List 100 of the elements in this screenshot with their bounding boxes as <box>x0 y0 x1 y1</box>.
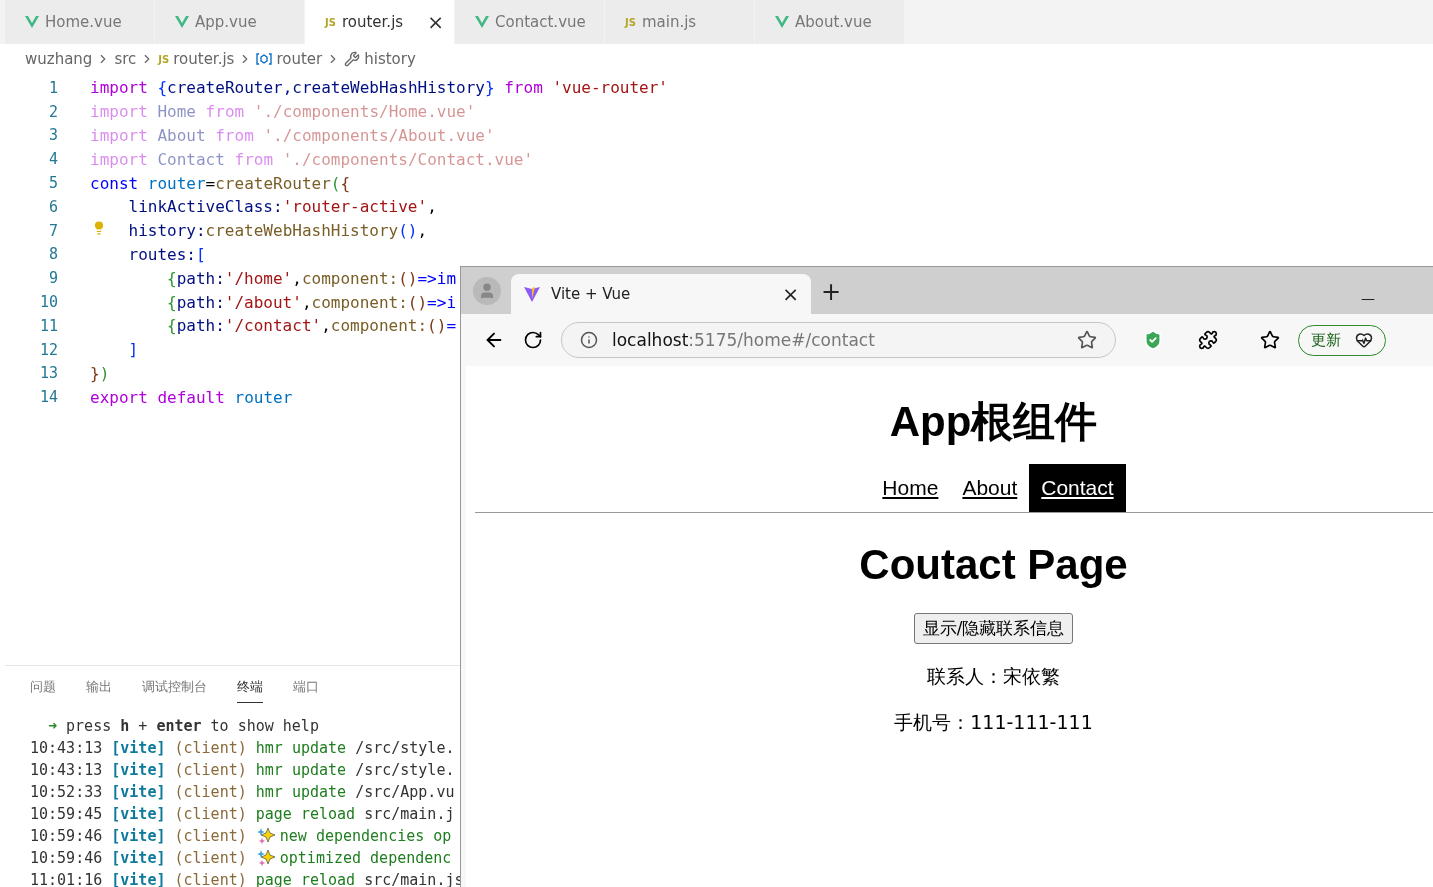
tab-label: router.js <box>341 13 404 31</box>
log-time: 10:59:46 <box>30 827 103 845</box>
vite-icon <box>523 285 541 303</box>
close-icon[interactable]: × <box>427 10 444 34</box>
toggle-button[interactable]: 显示/隐藏联系信息 <box>913 613 1074 644</box>
log-time: 10:59:46 <box>30 849 103 867</box>
line-number: 10 <box>38 293 59 312</box>
editor-tab[interactable]: About.vue <box>755 0 905 44</box>
panel-tab[interactable]: 端口 <box>293 678 319 702</box>
log-source: (client) <box>174 871 247 887</box>
code-line: {path:'/contact',component:()= <box>167 316 456 336</box>
breadcrumb-item[interactable]: history <box>364 50 416 68</box>
line-number: 8 <box>47 245 59 264</box>
log-path: /src/style. <box>355 739 455 757</box>
log-path: src/main.j <box>364 805 455 823</box>
line-number: 12 <box>38 340 59 359</box>
code-line: const router=createRouter({ <box>90 173 351 193</box>
editor-tab[interactable]: JS router.js × <box>305 0 455 44</box>
breadcrumb-item[interactable]: wuzhang <box>25 50 93 68</box>
heart-pulse-icon <box>1355 331 1373 349</box>
js-icon: JS <box>325 16 336 28</box>
new-tab-icon[interactable]: + <box>821 278 842 306</box>
editor-tab[interactable]: Contact.vue <box>455 0 605 44</box>
nav-link[interactable]: Home <box>870 464 951 512</box>
info-icon[interactable] <box>580 331 598 349</box>
reload-icon[interactable] <box>523 330 543 350</box>
code-line: import About from './components/About.vue' <box>90 126 495 145</box>
panel-tab[interactable]: 调试控制台 <box>142 678 207 702</box>
line-number: 7 <box>47 221 59 240</box>
wrench-icon <box>344 51 361 67</box>
code-line: import Contact from './components/Contact.vue' <box>90 149 534 169</box>
breadcrumb-item[interactable]: src <box>114 50 137 68</box>
editor-tab[interactable]: App.vue <box>155 0 305 44</box>
terminal-line: press h + enter to show help <box>66 717 319 735</box>
breadcrumb-item[interactable]: router.js <box>173 50 235 68</box>
line-number: 4 <box>47 150 59 169</box>
log-tag: [vite] <box>111 739 166 757</box>
nav-link[interactable]: Contact <box>1029 464 1126 512</box>
log-tag: [vite] <box>111 761 166 779</box>
page-heading: Coutact Page <box>859 541 1128 589</box>
favorites-icon[interactable] <box>1260 330 1280 350</box>
code-line: linkActiveClass:'router-active', <box>128 197 437 217</box>
minimize-icon[interactable]: — <box>1361 290 1376 306</box>
code-line: export default router <box>90 387 293 407</box>
panel-tab[interactable]: 输出 <box>86 678 112 702</box>
star-icon[interactable] <box>1077 330 1097 350</box>
panel-tab[interactable]: 终端 <box>237 678 263 703</box>
code-line: }) <box>90 363 110 383</box>
page-title: App根组件 <box>889 397 1098 447</box>
close-icon[interactable]: × <box>782 282 799 306</box>
breadcrumb-item[interactable]: router <box>276 50 323 68</box>
log-source: (client) <box>174 739 247 757</box>
phone-text: 手机号：111-111-111 <box>894 710 1093 735</box>
code-line: import {createRouter,createWebHashHistory} from 'vue-router' <box>90 78 668 98</box>
code-line: import Home from './components/Home.vue' <box>90 102 476 122</box>
log-time: 10:43:13 <box>30 761 103 779</box>
line-number: 3 <box>47 126 59 145</box>
tab-label: Home.vue <box>45 13 122 31</box>
extensions-icon[interactable] <box>1198 330 1218 350</box>
tab-label: App.vue <box>195 13 257 31</box>
log-source: (client) <box>174 761 247 779</box>
log-tag: [vite] <box>111 849 166 867</box>
log-source: (client) <box>174 783 247 801</box>
address-bar[interactable]: localhost:5175/home#/contact <box>561 322 1116 358</box>
vue-icon <box>175 16 189 28</box>
line-number: 6 <box>47 197 59 216</box>
tab-title: Vite + Vue <box>551 285 631 303</box>
shield-icon[interactable] <box>1142 329 1164 351</box>
js-icon: JS <box>158 53 170 65</box>
log-source: (client) <box>174 849 247 867</box>
editor-tab[interactable]: Home.vue <box>5 0 155 44</box>
code-line: {path:'/about',component:()=>i <box>167 292 456 312</box>
log-message: hmr update <box>255 739 347 757</box>
vue-icon <box>775 16 789 28</box>
log-tag: [vite] <box>111 783 166 801</box>
nav-link[interactable]: About <box>950 464 1030 512</box>
line-number: 1 <box>47 78 59 97</box>
log-message: page reload <box>255 805 356 823</box>
browser-tab[interactable]: Vite + Vue × <box>511 274 811 314</box>
log-tag: [vite] <box>111 827 166 845</box>
log-tag: [vite] <box>111 805 166 823</box>
code-line: routes:[ <box>128 244 206 264</box>
log-source: (client) <box>174 827 247 845</box>
log-message: hmr update <box>255 783 347 801</box>
log-path: /src/style. <box>355 761 455 779</box>
log-time: 10:43:13 <box>30 739 103 757</box>
js-icon: JS <box>625 16 636 28</box>
tab-label: main.js <box>641 13 697 31</box>
code-line: {path:'/home',component:()=>im <box>167 268 456 288</box>
line-number: 2 <box>47 102 59 121</box>
code-line: history:createWebHashHistory(), <box>128 221 428 241</box>
panel-tab[interactable]: 问题 <box>30 678 56 702</box>
line-number: 14 <box>38 388 59 407</box>
log-source: (client) <box>174 805 247 823</box>
code-line: ] <box>128 340 139 360</box>
line-number: 11 <box>38 316 59 335</box>
editor-tab[interactable]: JS main.js <box>605 0 755 44</box>
log-path: /src/App.vu <box>355 783 455 801</box>
line-number: 5 <box>47 174 59 193</box>
log-time: 10:52:33 <box>30 783 103 801</box>
